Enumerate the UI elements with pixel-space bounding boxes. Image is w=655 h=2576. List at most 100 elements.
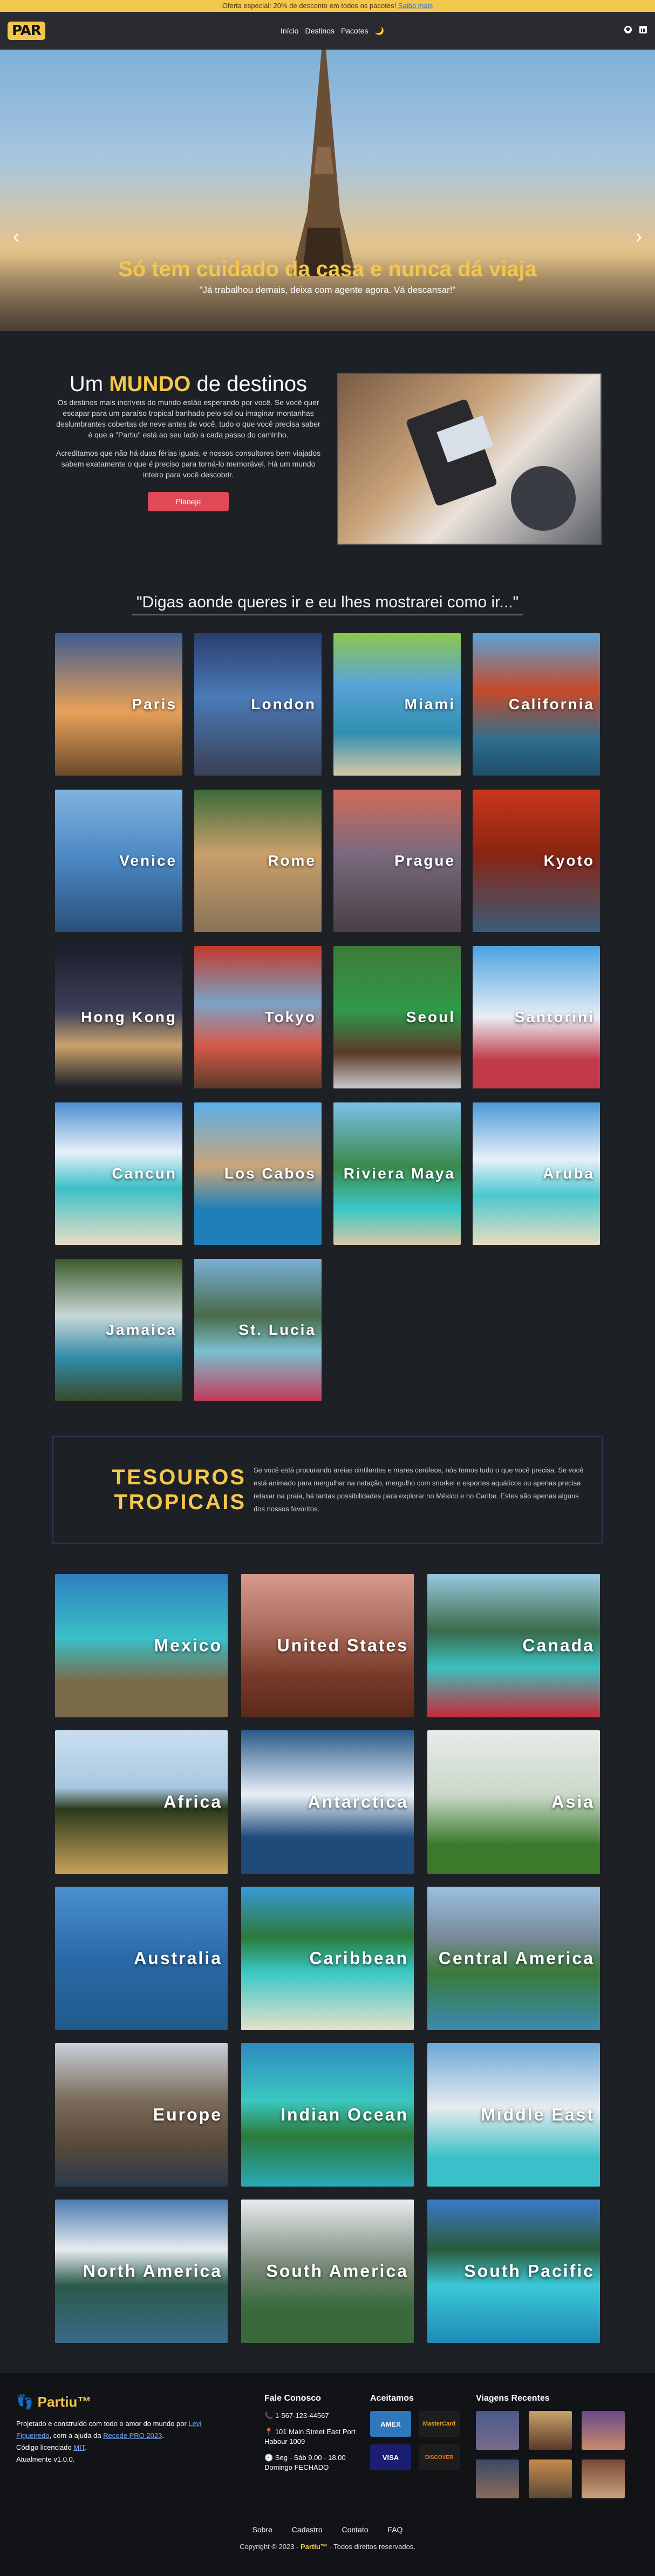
tropical-section: TESOUROS TROPICAIS Se você está procuran… <box>52 1436 603 1544</box>
destination-label: Venice <box>119 852 177 869</box>
footer-link-faq[interactable]: FAQ <box>387 2525 402 2534</box>
location-icon: 📍 <box>264 2428 275 2436</box>
destination-tile[interactable]: Cancun <box>55 1102 182 1245</box>
region-label: North America <box>83 2261 222 2281</box>
region-tile[interactable]: United States <box>241 1574 414 1717</box>
region-tile[interactable]: North America <box>55 2200 228 2343</box>
destination-tile[interactable]: Aruba <box>473 1102 600 1245</box>
destination-label: Kyoto <box>543 852 595 869</box>
footer-links: Sobre Cadastro Contato FAQ <box>0 2525 655 2534</box>
recent-trip-thumb[interactable] <box>476 2459 519 2498</box>
destination-tile[interactable]: St. Lucia <box>194 1259 322 1401</box>
destination-label: Seoul <box>406 1009 455 1025</box>
carousel-next-icon[interactable]: › <box>636 225 642 248</box>
destination-tile[interactable]: Hong Kong <box>55 946 182 1088</box>
destination-tile[interactable]: Rome <box>194 790 322 932</box>
nav-link-pacotes[interactable]: Pacotes <box>341 26 369 35</box>
destination-tile[interactable]: Prague <box>333 790 461 932</box>
recent-title: Viagens Recentes <box>476 2394 550 2403</box>
promo-text: Oferta especial: 20% de desconto em todo… <box>222 2 397 10</box>
region-tile[interactable]: Canada <box>427 1574 600 1717</box>
footer-brand: 👣 Partiu™ Projetado e construído com tod… <box>16 2394 232 2465</box>
credits-end: . <box>162 2431 164 2440</box>
destination-label: Tokyo <box>264 1009 316 1025</box>
footer-link-sobre[interactable]: Sobre <box>253 2525 272 2534</box>
world-title-accent: MUNDO <box>109 372 191 396</box>
nav-link-destinos[interactable]: Destinos <box>305 26 334 35</box>
destination-tile[interactable]: Venice <box>55 790 182 932</box>
destination-tile[interactable]: California <box>473 633 600 776</box>
footer: 👣 Partiu™ Projetado e construído com tod… <box>0 2373 655 2576</box>
recent-trip-thumb[interactable] <box>529 2459 572 2498</box>
clock-icon: 🕘 <box>264 2454 275 2462</box>
footer-contact: Fale Conosco 📞 1-567-123-44567 📍 101 Mai… <box>264 2394 361 2479</box>
recent-trip-thumb[interactable] <box>582 2411 625 2450</box>
region-tile[interactable]: Europe <box>55 2043 228 2187</box>
destination-label: Prague <box>394 852 455 869</box>
destination-tile[interactable]: Riviera Maya <box>333 1102 461 1245</box>
world-paragraph-2: Acreditamos que não há duas férias iguai… <box>56 449 321 479</box>
nav-link-inicio[interactable]: Início <box>281 26 298 35</box>
copy-post: - Todos direitos reservados. <box>329 2543 415 2551</box>
visa-icon: VISA <box>370 2444 411 2470</box>
footer-link-contato[interactable]: Contato <box>342 2525 369 2534</box>
recent-trip-thumb[interactable] <box>529 2411 572 2450</box>
region-tile[interactable]: Antarctica <box>241 1730 414 1874</box>
license-link[interactable]: MIT <box>73 2443 85 2451</box>
destination-tile[interactable]: Paris <box>55 633 182 776</box>
github-icon[interactable] <box>624 25 632 37</box>
destination-label: Riviera Maya <box>343 1165 455 1182</box>
region-tile[interactable]: Indian Ocean <box>241 2043 414 2187</box>
world-title-pre: Um <box>69 372 104 396</box>
region-label: South America <box>266 2261 408 2281</box>
destination-tile[interactable]: Tokyo <box>194 946 322 1088</box>
destination-tile[interactable]: London <box>194 633 322 776</box>
region-tile[interactable]: Mexico <box>55 1574 228 1717</box>
destination-tile[interactable]: Los Cabos <box>194 1102 322 1245</box>
world-title-post: de destinos <box>196 372 308 396</box>
world-title: Um MUNDO de destinos <box>53 373 323 395</box>
region-label: Europe <box>153 2105 222 2125</box>
phone-icon: 📞 <box>264 2411 275 2420</box>
region-tile[interactable]: South Pacific <box>427 2200 600 2343</box>
course-link[interactable]: Recode PRO 2023 <box>103 2431 162 2440</box>
linkedin-icon[interactable] <box>639 25 647 37</box>
carousel-prev-icon[interactable]: ‹ <box>13 225 19 248</box>
recent-trip-thumb[interactable] <box>582 2459 625 2498</box>
theme-toggle-icon[interactable]: 🌙 <box>375 26 384 36</box>
destination-tile[interactable]: Seoul <box>333 946 461 1088</box>
hero-title: Só tem cuidado da casa e nunca dá viaja <box>118 257 537 281</box>
plan-button[interactable]: Planeje <box>147 492 229 511</box>
destination-label: Cancun <box>112 1165 177 1182</box>
region-tile[interactable]: Central America <box>427 1887 600 2030</box>
discover-icon: DISCOVER <box>419 2444 460 2470</box>
region-tile[interactable]: Africa <box>55 1730 228 1874</box>
region-tile[interactable]: Middle East <box>427 2043 600 2187</box>
destination-label: Aruba <box>543 1165 595 1182</box>
hours-text: Seg - Sáb 9.00 - 18.00 Domingo FECHADO <box>264 2454 346 2471</box>
phone-text: 1-567-123-44567 <box>275 2411 329 2420</box>
region-label: Canada <box>522 1635 595 1655</box>
region-tile[interactable]: Australia <box>55 1887 228 2030</box>
promo-bar: Oferta especial: 20% de desconto em todo… <box>0 0 655 12</box>
region-label: Indian Ocean <box>281 2105 408 2125</box>
region-tile[interactable]: Asia <box>427 1730 600 1874</box>
address-text: 101 Main Street East Port Habour 1009 <box>264 2428 356 2445</box>
region-tile[interactable]: Caribbean <box>241 1887 414 2030</box>
world-paragraph-1: Os destinos mais incríveis do mundo estã… <box>56 398 320 439</box>
destination-tile[interactable]: Kyoto <box>473 790 600 932</box>
footer-link-cadastro[interactable]: Cadastro <box>292 2525 323 2534</box>
logo[interactable]: PAR <box>8 22 45 40</box>
footer-credits: Projetado e construído com todo o amor d… <box>16 2418 232 2442</box>
recent-trip-thumb[interactable] <box>476 2411 519 2450</box>
nav-icons <box>624 25 647 37</box>
destination-tile[interactable]: Miami <box>333 633 461 776</box>
license-pre: Código licenciado <box>16 2443 72 2451</box>
region-label: Middle East <box>481 2105 595 2125</box>
promo-link[interactable]: Saiba mais <box>398 2 433 10</box>
destination-tile[interactable]: Santorini <box>473 946 600 1088</box>
destinations-grid: Paris London Miami California Venice Rome Prag… <box>55 633 600 1401</box>
destination-tile[interactable]: Jamaica <box>55 1259 182 1401</box>
destination-label: Los Cabos <box>224 1165 316 1182</box>
region-tile[interactable]: South America <box>241 2200 414 2343</box>
